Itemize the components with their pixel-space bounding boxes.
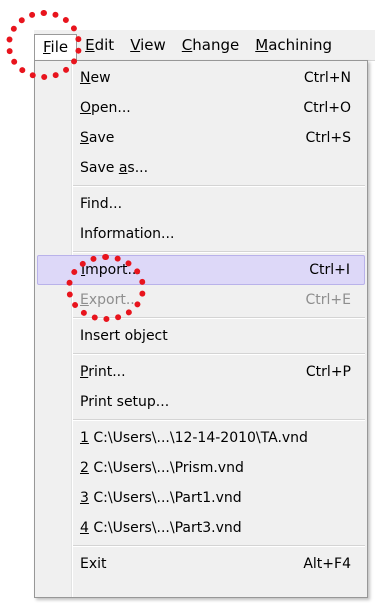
menu-item-recent-3[interactable]: 3 C:\Users\...\Part1.vnd: [37, 483, 365, 513]
menu-item-print[interactable]: Print... Ctrl+P: [37, 357, 365, 387]
menu-separator: [73, 419, 365, 421]
menu-separator: [73, 353, 365, 355]
menu-item-insert-object-label: Insert object: [80, 328, 168, 344]
menu-file-mnemonic: F: [43, 38, 51, 56]
menu-item-save-as-label: Save as...: [80, 160, 149, 176]
menu-separator: [73, 317, 365, 319]
menu-item-insert-object[interactable]: Insert object: [37, 321, 365, 351]
menu-change-mnemonic: C: [181, 36, 193, 54]
menu-item-recent-4[interactable]: 4 C:\Users\...\Part3.vnd: [37, 513, 365, 543]
menu-change[interactable]: Change: [174, 32, 247, 58]
menu-item-exit[interactable]: Exit Alt+F4: [37, 549, 365, 579]
menu-item-open-shortcut: Ctrl+O: [303, 100, 351, 116]
menu-view-mnemonic: V: [130, 36, 141, 54]
menu-item-save-as[interactable]: Save as...: [37, 153, 365, 183]
menu-item-export-label: Export...: [80, 292, 140, 308]
menu-item-new[interactable]: New Ctrl+N: [37, 63, 365, 93]
menu-separator: [73, 251, 365, 253]
menu-item-import[interactable]: Import... Ctrl+I: [37, 255, 365, 285]
menu-item-exit-shortcut: Alt+F4: [303, 556, 351, 572]
menu-item-import-label: Import...: [81, 262, 141, 278]
menu-item-recent-2[interactable]: 2 C:\Users\...\Prism.vnd: [37, 453, 365, 483]
menu-item-recent-4-label: 4 C:\Users\...\Part3.vnd: [80, 520, 242, 536]
menu-item-export[interactable]: Export... Ctrl+E: [37, 285, 365, 315]
menu-item-save[interactable]: Save Ctrl+S: [37, 123, 365, 153]
screenshot: File Edit View Change Machining New Ctrl…: [0, 0, 375, 603]
menu-item-recent-1[interactable]: 1 C:\Users\...\12-14-2010\TA.vnd: [37, 423, 365, 453]
menu-item-import-shortcut: Ctrl+I: [309, 262, 350, 278]
menu-item-information[interactable]: Information...: [37, 219, 365, 249]
menu-edit[interactable]: Edit: [77, 32, 122, 58]
menu-item-print-label: Print...: [80, 364, 126, 380]
menu-separator: [73, 545, 365, 547]
menu-item-information-label: Information...: [80, 226, 175, 242]
menu-item-print-setup[interactable]: Print setup...: [37, 387, 365, 417]
menu-item-new-shortcut: Ctrl+N: [303, 70, 351, 86]
menu-edit-mnemonic: E: [85, 36, 95, 54]
menu-item-open-label: Open...: [80, 100, 131, 116]
menu-item-print-shortcut: Ctrl+P: [305, 364, 351, 380]
menu-item-find[interactable]: Find...: [37, 189, 365, 219]
menu-machining[interactable]: Machining: [247, 32, 340, 58]
menu-machining-mnemonic: M: [255, 36, 269, 54]
menu-item-recent-1-label: 1 C:\Users\...\12-14-2010\TA.vnd: [80, 430, 308, 446]
menu-item-find-label: Find...: [80, 196, 123, 212]
menu-item-save-shortcut: Ctrl+S: [305, 130, 351, 146]
menu-item-export-shortcut: Ctrl+E: [305, 292, 352, 308]
menu-item-save-label: Save: [80, 130, 115, 146]
menu-item-recent-2-label: 2 C:\Users\...\Prism.vnd: [80, 460, 244, 476]
menu-bar: File Edit View Change Machining: [34, 30, 375, 61]
menu-item-open[interactable]: Open... Ctrl+O: [37, 93, 365, 123]
menu-file[interactable]: File: [34, 34, 78, 60]
menu-item-exit-label: Exit: [80, 556, 107, 572]
menu-item-recent-3-label: 3 C:\Users\...\Part1.vnd: [80, 490, 242, 506]
menu-item-print-setup-label: Print setup...: [80, 394, 170, 410]
file-dropdown-menu: New Ctrl+N Open... Ctrl+O Save Ctrl+S Sa…: [34, 60, 368, 598]
menu-view[interactable]: View: [122, 32, 174, 58]
menu-item-new-label: New: [80, 70, 111, 86]
menu-separator: [73, 185, 365, 187]
